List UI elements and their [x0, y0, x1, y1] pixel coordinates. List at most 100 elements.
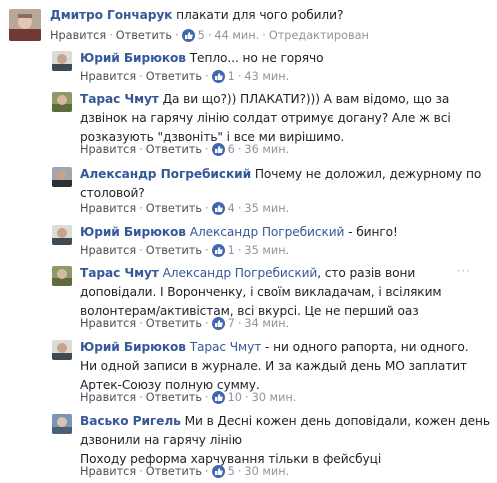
like-button[interactable]: Нравится [80, 70, 136, 83]
timestamp[interactable]: 36 мин. [244, 143, 289, 156]
comment-body: Александр Погребиский Почему не доложил,… [80, 165, 481, 203]
separator: · [237, 316, 242, 330]
comment-options-icon[interactable]: ··· [457, 264, 471, 278]
comment-actions: Нравится · Ответить · 1 · 35 мин. [80, 242, 289, 258]
reply-button[interactable]: Ответить [146, 391, 202, 404]
avatar[interactable] [52, 167, 72, 187]
comment-body: Тарас Чмут Да ви що?)) ПЛАКАТИ?))) А вам… [80, 90, 451, 147]
like-button[interactable]: Нравится [80, 465, 136, 478]
comment-text: плакати для чого робили? [176, 8, 344, 22]
separator: · [205, 201, 209, 215]
like-icon [211, 69, 225, 83]
separator: · [205, 69, 209, 83]
separator: · [139, 243, 143, 257]
comment-author[interactable]: Александр Погребиский [80, 167, 251, 181]
separator: · [139, 390, 143, 404]
like-button[interactable]: Нравится [80, 391, 136, 404]
comment-text: дзвонили на гарячу лінію [80, 433, 242, 447]
separator: · [139, 201, 143, 215]
comment-body: Юрий Бирюков Тепло... но не горячо [80, 49, 324, 68]
separator: · [237, 201, 242, 215]
comment-actions: Нравится · Ответить · 4 · 35 мин. [80, 200, 289, 216]
like-count[interactable]: 7 [228, 317, 235, 330]
separator: · [139, 142, 143, 156]
like-count[interactable]: 6 [228, 143, 235, 156]
comment-author[interactable]: Тарас Чмут [80, 92, 159, 106]
reply-button[interactable]: Ответить [146, 244, 202, 257]
comment-actions: Нравится · Ответить · 1 · 43 мин. [80, 68, 289, 84]
comment-author[interactable]: Юрий Бирюков [80, 51, 186, 65]
avatar[interactable] [52, 266, 72, 286]
like-button[interactable]: Нравится [50, 29, 106, 42]
comment-author[interactable]: Дмитро Гончарук [50, 8, 172, 22]
like-count[interactable]: 5 [228, 465, 235, 478]
like-icon [181, 28, 195, 42]
like-button[interactable]: Нравится [80, 202, 136, 215]
comment-text: - ни одного рапорта, ни одного. [265, 340, 469, 354]
timestamp[interactable]: 30 мин. [252, 391, 297, 404]
separator: · [237, 69, 242, 83]
reply-button[interactable]: Ответить [146, 70, 202, 83]
comment-author[interactable]: Юрий Бирюков [80, 340, 186, 354]
like-icon [211, 243, 225, 257]
like-icon [211, 390, 225, 404]
avatar[interactable] [52, 92, 72, 112]
mention-link[interactable]: Александр Погребиский [190, 225, 345, 239]
like-button[interactable]: Нравится [80, 244, 136, 257]
mention-link[interactable]: Александр Погребиский [163, 266, 318, 280]
separator: · [139, 316, 143, 330]
avatar[interactable] [52, 225, 72, 245]
avatar[interactable] [9, 9, 41, 41]
timestamp[interactable]: 35 мин. [244, 244, 289, 257]
like-count[interactable]: 1 [228, 70, 235, 83]
separator: · [207, 28, 212, 42]
comment-text: , сто разів вони [317, 266, 416, 280]
mention-link[interactable]: Тарас Чмут [190, 340, 262, 354]
separator: · [262, 28, 266, 42]
comment-author[interactable]: Тарас Чмут [80, 266, 159, 280]
timestamp[interactable]: 44 мин. [214, 29, 259, 42]
comment-author[interactable]: Васько Ригель [80, 414, 181, 428]
comment-actions: Нравится · Ответить · 6 · 36 мин. [80, 141, 289, 157]
avatar[interactable] [52, 51, 72, 71]
separator: · [175, 28, 179, 42]
reply-button[interactable]: Ответить [146, 317, 202, 330]
comment-body: Юрий Бирюков Тарас Чмут - ни одного рапо… [80, 338, 469, 395]
separator: · [245, 390, 249, 404]
separator: · [205, 390, 209, 404]
comment-text: столовой? [80, 186, 145, 200]
like-count[interactable]: 10 [228, 391, 242, 404]
separator: · [139, 464, 143, 478]
comment-body: Юрий Бирюков Александр Погребиский - бин… [80, 223, 398, 242]
like-button[interactable]: Нравится [80, 317, 136, 330]
comment-text: Да ви що?)) ПЛАКАТИ?))) А вам відомо, що… [162, 92, 450, 106]
like-count[interactable]: 5 [198, 29, 205, 42]
reply-button[interactable]: Ответить [116, 29, 172, 42]
timestamp[interactable]: 35 мин. [244, 202, 289, 215]
comment-author[interactable]: Юрий Бирюков [80, 225, 186, 239]
comment-text: Ми в Десні кожен день доповідали, кожен … [184, 414, 491, 428]
comment-text: дзвінок на гарячу лінію солдат отримує д… [80, 111, 451, 125]
edited-label[interactable]: Отредактирован [269, 29, 369, 42]
like-count[interactable]: 1 [228, 244, 235, 257]
separator: · [109, 28, 113, 42]
timestamp[interactable]: 34 мин. [244, 317, 289, 330]
timestamp[interactable]: 30 мин. [244, 465, 289, 478]
timestamp[interactable]: 43 мин. [244, 70, 289, 83]
separator: · [205, 316, 209, 330]
comment-body: Тарас Чмут Александр Погребиский, сто ра… [80, 264, 442, 321]
separator: · [237, 243, 242, 257]
separator: · [205, 142, 209, 156]
like-count[interactable]: 4 [228, 202, 235, 215]
separator: · [139, 69, 143, 83]
reply-button[interactable]: Ответить [146, 143, 202, 156]
reply-button[interactable]: Ответить [146, 202, 202, 215]
comment-actions: Нравится · Ответить · 10 · 30 мин. [80, 389, 296, 405]
comment-actions: Нравится · Ответить · 7 · 34 мин. [80, 315, 289, 331]
avatar[interactable] [52, 340, 72, 360]
like-icon [211, 464, 225, 478]
comment-text: - бинго! [348, 225, 398, 239]
reply-button[interactable]: Ответить [146, 465, 202, 478]
avatar[interactable] [52, 414, 72, 434]
like-button[interactable]: Нравится [80, 143, 136, 156]
